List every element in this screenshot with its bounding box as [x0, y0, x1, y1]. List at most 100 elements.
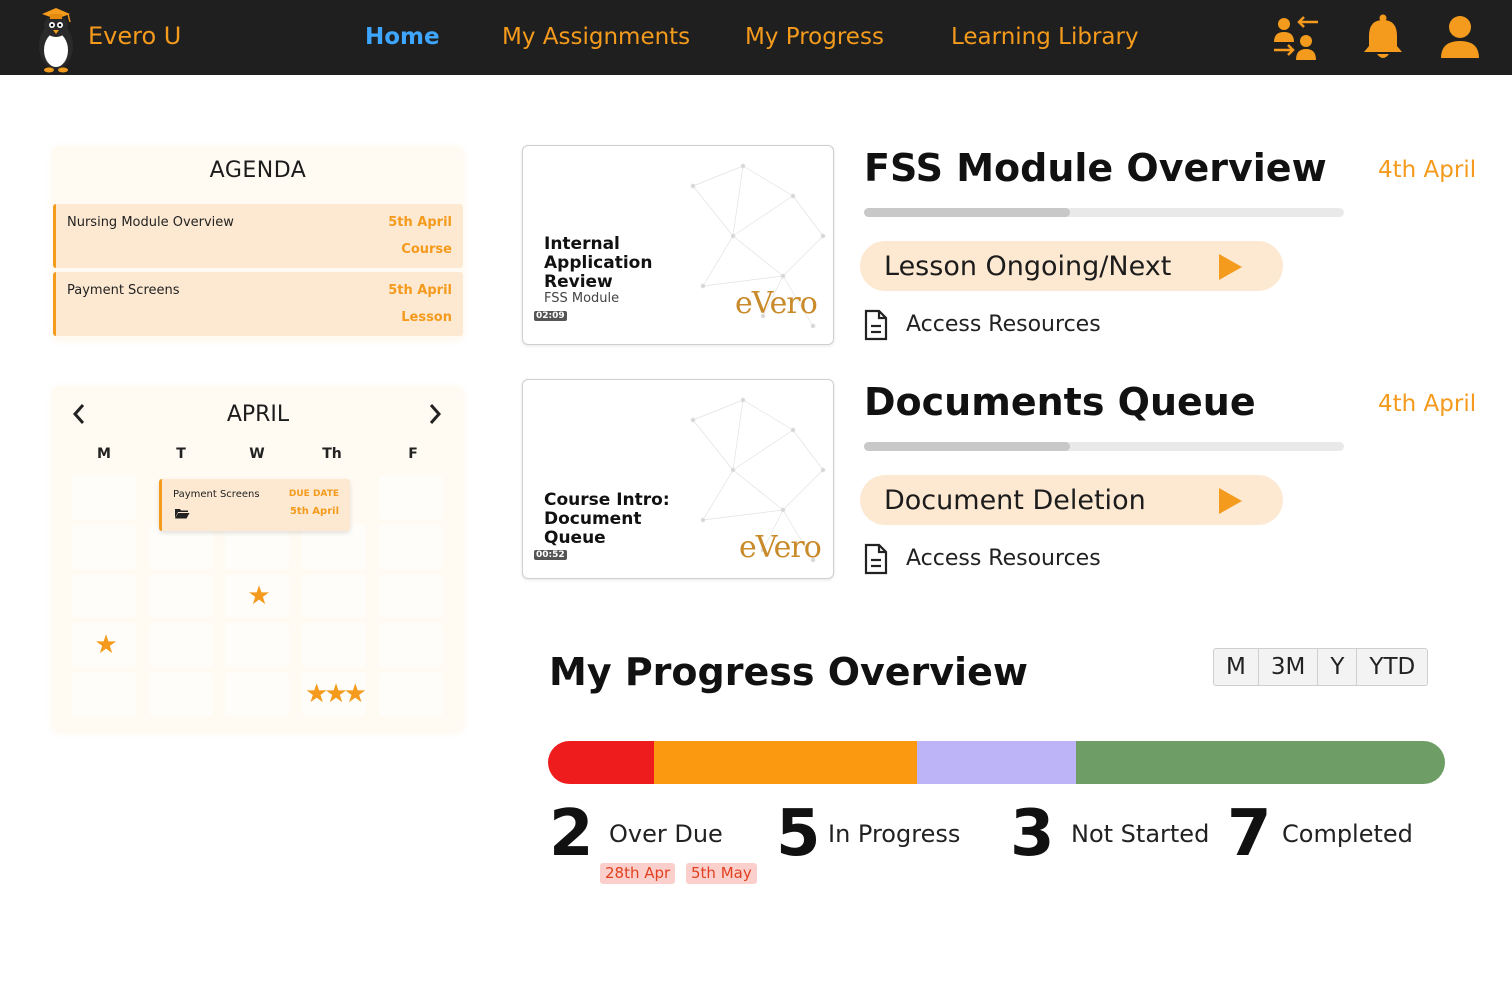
star-icon: ★★★ [305, 679, 367, 709]
calendar-day-cell[interactable] [379, 476, 443, 520]
calendar-day-cell[interactable] [72, 672, 136, 716]
module-title[interactable]: Documents Queue [864, 380, 1256, 424]
nav-my-assignments[interactable]: My Assignments [502, 24, 690, 50]
bell-icon[interactable] [1362, 14, 1404, 64]
calendar-day-cell[interactable] [302, 574, 366, 618]
play-icon [1217, 253, 1243, 285]
evero-logo: eVero [735, 286, 818, 321]
not-started-count: 3 [1010, 797, 1055, 871]
stacked-progress-bar [548, 741, 1445, 784]
video-duration: 00:52 [534, 550, 567, 560]
module-date: 4th April [1378, 391, 1477, 417]
calendar-day-cell[interactable] [379, 574, 443, 618]
lesson-next-label: Document Deletion [884, 485, 1146, 516]
nav-home[interactable]: Home [365, 24, 440, 50]
star-icon: ★ [94, 630, 117, 660]
calendar-day-cell[interactable]: ★ [72, 623, 136, 667]
calendar-day-cell[interactable] [72, 476, 136, 520]
calendar-event-date: 5th April [289, 506, 339, 517]
agenda-item-name: Nursing Module Overview [67, 215, 234, 230]
in-progress-label: In Progress [828, 820, 961, 848]
video-thumbnail[interactable]: Internal Application Review FSS Module 0… [522, 145, 834, 345]
calendar-day-cell[interactable] [302, 623, 366, 667]
document-icon [864, 543, 888, 579]
calendar-day-cell[interactable] [302, 525, 366, 569]
lesson-next-button[interactable]: Lesson Ongoing/Next [860, 241, 1283, 291]
document-icon [864, 309, 888, 345]
calendar-month: APRIL [226, 402, 290, 427]
penguin-logo[interactable] [28, 2, 84, 73]
module-progress-bar [864, 442, 1344, 451]
module-date: 4th April [1378, 157, 1477, 183]
progress-segment-in-progress[interactable] [653, 741, 918, 784]
agenda-item-name: Payment Screens [67, 283, 180, 298]
calendar-day-cell[interactable] [149, 623, 213, 667]
thumbnail-title: Internal Application Review [544, 234, 653, 292]
module-progress-fill [864, 208, 1071, 217]
agenda-item-date: 5th April [388, 283, 452, 298]
overdue-date-chip[interactable]: 5th May [686, 863, 757, 884]
nav-learning-library[interactable]: Learning Library [951, 24, 1139, 50]
calendar-event[interactable]: Payment Screens DUE DATE 5th April [159, 479, 350, 531]
document-deletion-button[interactable]: Document Deletion [860, 475, 1283, 525]
calendar-day-cell[interactable] [225, 623, 289, 667]
calendar-day-cell[interactable] [225, 525, 289, 569]
user-icon[interactable] [1439, 14, 1481, 64]
range-ytd-button[interactable]: YTD [1357, 649, 1427, 685]
overdue-date-chip[interactable]: 28th Apr [600, 863, 676, 884]
calendar-day-cell[interactable] [379, 672, 443, 716]
brand-name[interactable]: Evero U [88, 22, 181, 50]
agenda-item[interactable]: Nursing Module Overview 5th April Course [53, 204, 463, 268]
calendar-day-cell[interactable] [149, 525, 213, 569]
weekday-label: M [97, 446, 111, 462]
video-thumbnail[interactable]: Course Intro: Document Queue 00:52 eVero [522, 379, 834, 579]
play-icon [1217, 487, 1243, 519]
calendar-day-cell[interactable] [225, 672, 289, 716]
video-duration: 02:09 [534, 311, 567, 321]
agenda-card: AGENDA Nursing Module Overview 5th April… [53, 146, 463, 338]
weekday-label: F [408, 446, 418, 462]
calendar-day-cell[interactable] [149, 672, 213, 716]
progress-segment-completed[interactable] [1075, 741, 1445, 784]
star-icon: ★ [247, 581, 270, 611]
progress-overview-title: My Progress Overview [549, 650, 1028, 694]
completed-count: 7 [1227, 797, 1272, 871]
overdue-count: 2 [549, 797, 594, 871]
range-3-month-button[interactable]: 3M [1259, 649, 1319, 685]
module-title[interactable]: FSS Module Overview [864, 146, 1327, 190]
range-month-button[interactable]: M [1214, 649, 1259, 685]
completed-label: Completed [1282, 820, 1413, 848]
nav-my-progress[interactable]: My Progress [745, 24, 884, 50]
range-year-button[interactable]: Y [1318, 649, 1358, 685]
calendar-day-cell[interactable]: ★★★ [302, 672, 367, 716]
module-progress-fill [864, 442, 1071, 451]
calendar-day-cell[interactable]: ★ [225, 574, 289, 618]
calendar-day-cell[interactable] [72, 525, 136, 569]
agenda-item-type: Lesson [401, 310, 452, 325]
thumbnail-subtitle: FSS Module [544, 291, 620, 306]
folder-icon [174, 504, 190, 523]
calendar-day-cell[interactable] [149, 574, 213, 618]
thumbnail-title: Course Intro: Document Queue [544, 490, 670, 548]
agenda-item[interactable]: Payment Screens 5th April Lesson [53, 272, 463, 336]
access-resources-label: Access Resources [906, 312, 1101, 337]
calendar-day-cell[interactable] [379, 623, 443, 667]
calendar-day-cell[interactable] [379, 525, 443, 569]
calendar-card: APRIL M T W Th F ★ ★ ★★★ Payment Screens D… [53, 386, 463, 730]
overdue-label: Over Due [609, 820, 723, 848]
progress-segment-not-started[interactable] [917, 741, 1076, 784]
weekday-label: Th [322, 446, 342, 462]
calendar-event-name: Payment Screens [173, 489, 260, 500]
chevron-right-icon[interactable] [427, 402, 443, 430]
calendar-day-cell[interactable] [72, 574, 136, 618]
switch-users-icon[interactable] [1272, 14, 1320, 66]
weekday-label: W [249, 446, 265, 462]
not-started-label: Not Started [1071, 820, 1210, 848]
agenda-item-date: 5th April [388, 215, 452, 230]
due-date-label: DUE DATE [288, 489, 339, 499]
module-progress-bar [864, 208, 1344, 217]
progress-segment-over-due[interactable] [548, 741, 654, 784]
weekday-label: T [176, 446, 186, 462]
agenda-title: AGENDA [209, 158, 307, 183]
time-range-selector: M 3M Y YTD [1213, 648, 1429, 686]
